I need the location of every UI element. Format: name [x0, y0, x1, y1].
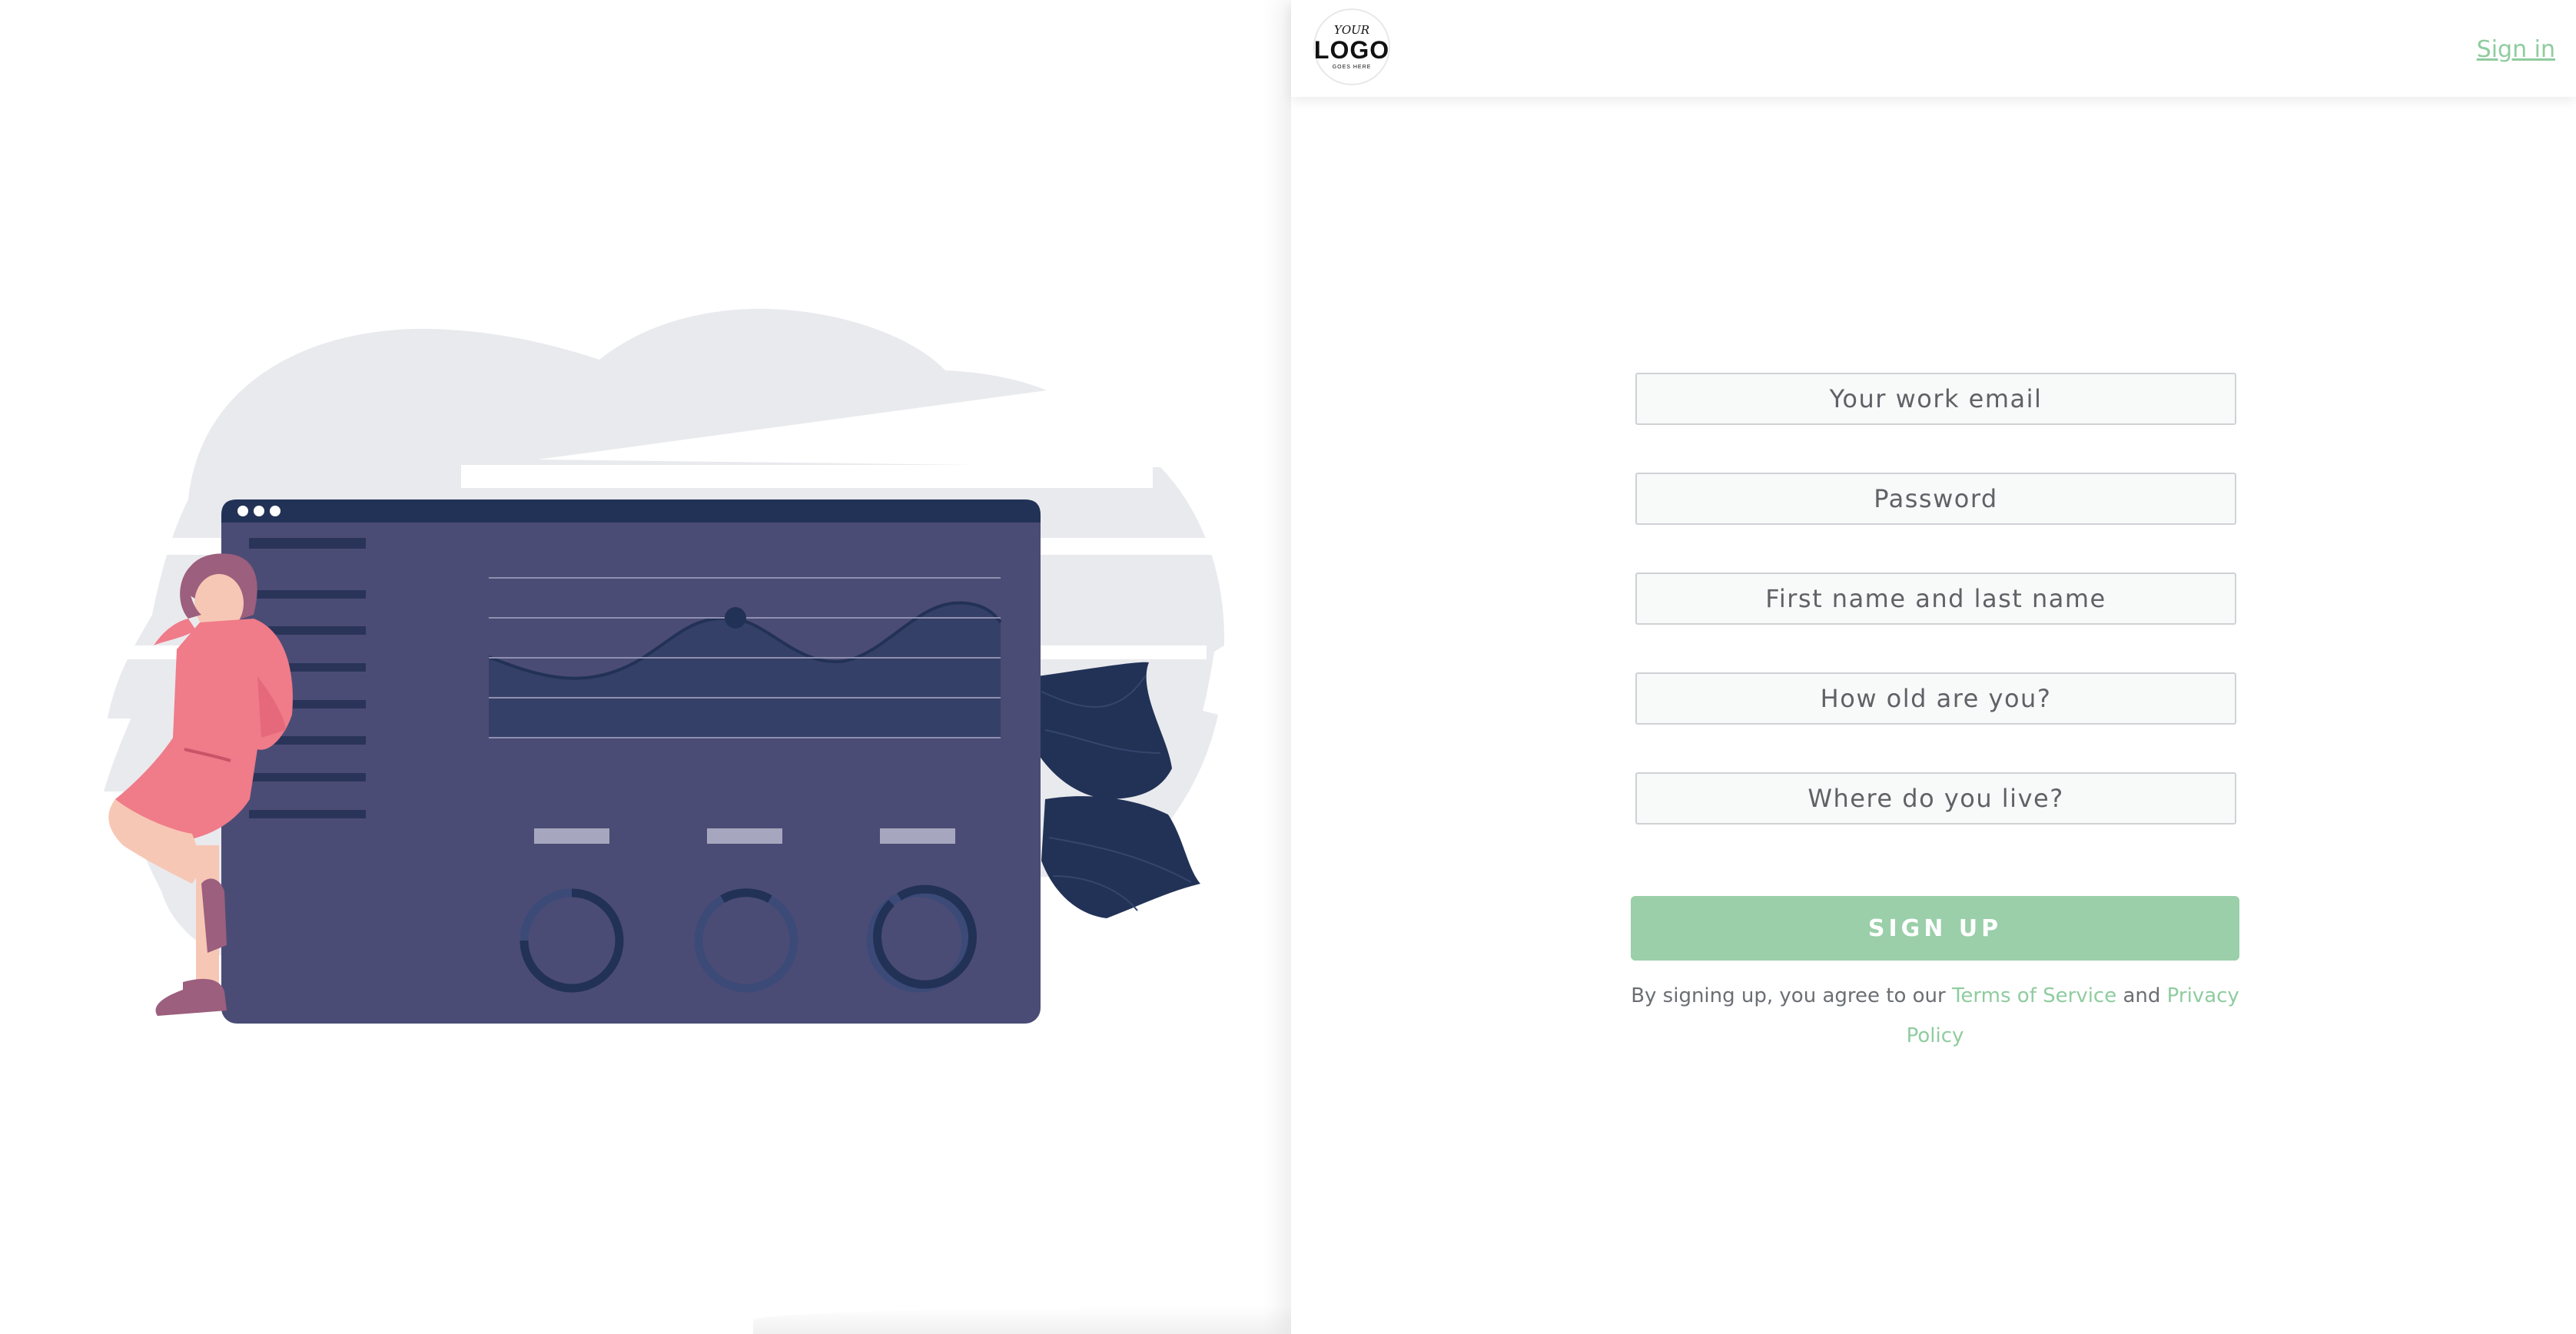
- email-field[interactable]: [1635, 373, 2236, 425]
- top-bar: YOUR LOGO GOES HERE Sign in: [1291, 0, 2576, 97]
- logo-line-2: LOGO: [1313, 35, 1390, 64]
- full-name-field[interactable]: [1635, 572, 2236, 625]
- signup-panel: YOUR LOGO GOES HERE Sign in SIGN UP By s…: [1291, 0, 2576, 1334]
- logo-line-3: GOES HERE: [1332, 64, 1372, 70]
- signup-button[interactable]: SIGN UP: [1631, 896, 2239, 961]
- location-field[interactable]: [1635, 772, 2236, 825]
- password-field[interactable]: [1635, 473, 2236, 525]
- dashboard-window: [221, 499, 1041, 1024]
- age-field[interactable]: [1635, 672, 2236, 725]
- logo-line-1: YOUR: [1333, 22, 1370, 37]
- signin-link[interactable]: Sign in: [2477, 36, 2555, 63]
- signup-form: [1635, 373, 2236, 872]
- terms-notice: By signing up, you agree to our Terms of…: [1631, 976, 2239, 1056]
- hero-illustration-panel: [0, 0, 1844, 1334]
- dashboard-illustration: [104, 308, 1230, 1024]
- company-logo[interactable]: YOUR LOGO GOES HERE: [1313, 8, 1390, 85]
- terms-of-service-link[interactable]: Terms of Service: [1952, 984, 2116, 1007]
- terms-prefix: By signing up, you agree to our: [1631, 984, 1952, 1007]
- terms-middle: and: [2116, 984, 2167, 1007]
